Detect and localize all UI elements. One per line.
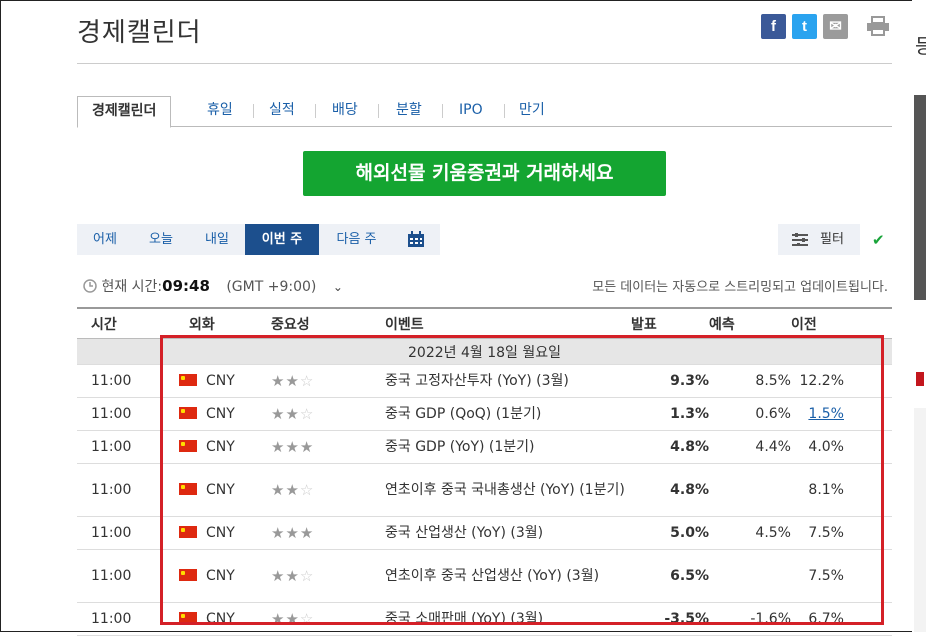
sidebar-edge-text: 등 xyxy=(915,34,926,58)
col-actual: 발표 xyxy=(631,307,709,339)
tab-bar: 경제캘린더 휴일 실적 배당 분할 IPO 만기 xyxy=(77,96,892,128)
col-time: 시간 xyxy=(77,307,179,339)
current-time-label: 현재 시간: xyxy=(101,279,163,295)
print-icon[interactable] xyxy=(866,16,890,36)
title-divider xyxy=(77,63,892,64)
sidebar-marker xyxy=(916,372,924,386)
highlight-box xyxy=(160,335,884,625)
streaming-note: 모든 데이터는 자동으로 스트리밍되고 업데이트됩니다. xyxy=(592,280,888,295)
col-importance: 중요성 xyxy=(271,307,385,339)
tab-earnings[interactable]: 실적 xyxy=(255,96,309,125)
col-event: 이벤트 xyxy=(385,307,631,339)
col-currency: 외화 xyxy=(179,307,271,339)
col-forecast: 예측 xyxy=(709,307,791,339)
filter-label: 필터 xyxy=(820,232,844,247)
tab-economic-calendar[interactable]: 경제캘린더 xyxy=(77,96,172,128)
next-week-button[interactable]: 다음 주 xyxy=(319,224,394,255)
yesterday-button[interactable]: 어제 xyxy=(77,224,133,255)
checkmark-icon: ✔ xyxy=(872,231,885,249)
tab-ipo[interactable]: IPO xyxy=(445,96,497,125)
facebook-share-icon[interactable]: f xyxy=(761,14,786,39)
timezone-selector[interactable]: (GMT +9:00) xyxy=(226,279,316,295)
mail-share-icon[interactable]: ✉ xyxy=(823,14,848,39)
tab-separator xyxy=(315,104,316,118)
twitter-share-icon[interactable]: t xyxy=(792,14,817,39)
clock-icon xyxy=(83,279,97,293)
filter-icon xyxy=(792,233,808,246)
chevron-down-icon[interactable]: ⌄ xyxy=(333,280,343,294)
calendar-icon[interactable] xyxy=(407,231,425,248)
current-time-bar: 현재 시간:09:48 (GMT +9:00) ⌄ xyxy=(83,276,343,296)
this-week-button[interactable]: 이번 주 xyxy=(245,224,319,255)
tab-dividends[interactable]: 배당 xyxy=(318,96,372,125)
sidebar-panel xyxy=(914,408,926,632)
today-button[interactable]: 오늘 xyxy=(133,224,189,255)
promo-button[interactable]: 해외선물 키움증권과 거래하세요 xyxy=(303,151,666,196)
tab-holidays[interactable]: 휴일 xyxy=(193,96,247,125)
page-title: 경제캘린더 xyxy=(77,18,202,48)
tab-separator xyxy=(253,104,254,118)
tab-separator xyxy=(378,104,379,118)
filter-button[interactable]: 필터 xyxy=(778,224,860,255)
table-header-row: 시간 외화 중요성 이벤트 발표 예측 이전 xyxy=(77,307,892,339)
tab-splits[interactable]: 분할 xyxy=(382,96,436,125)
tab-expiration[interactable]: 만기 xyxy=(505,96,559,125)
tab-separator xyxy=(442,104,443,118)
col-previous: 이전 xyxy=(791,307,892,339)
tomorrow-button[interactable]: 내일 xyxy=(189,224,245,255)
current-time-value: 09:48 xyxy=(162,277,210,295)
day-selector: 어제 오늘 내일 이번 주 다음 주 xyxy=(77,224,440,255)
sidebar-ad-block xyxy=(914,95,926,300)
